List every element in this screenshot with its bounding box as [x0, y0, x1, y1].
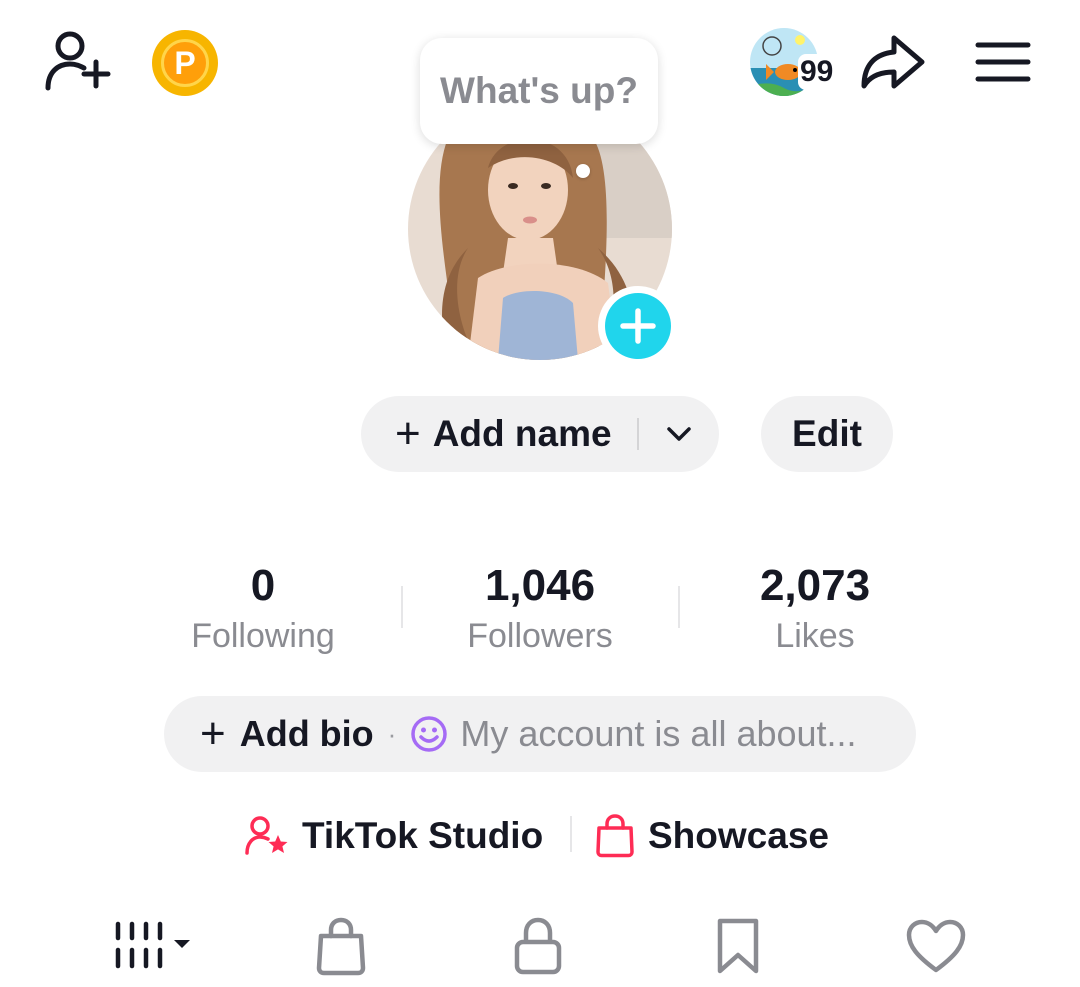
- stat-following[interactable]: 0 Following: [143, 560, 383, 658]
- stat-followers[interactable]: 1,046 Followers: [420, 560, 660, 658]
- coin-icon[interactable]: P: [152, 30, 218, 96]
- likes-count: 2,073: [759, 561, 871, 610]
- bookmark-icon: [717, 918, 759, 974]
- add-name-label: Add name: [432, 413, 612, 454]
- followers-count: 1,046: [484, 561, 596, 610]
- smiley-icon: [411, 716, 448, 752]
- chevron-down-icon: [667, 427, 691, 441]
- add-story-button[interactable]: [598, 286, 678, 366]
- add-name-button[interactable]: + Add name: [361, 396, 635, 472]
- shopping-bag-icon: [596, 814, 634, 858]
- stat-likes[interactable]: 2,073 Likes: [695, 560, 935, 658]
- stat-divider: [678, 586, 680, 628]
- plus-icon: +: [200, 709, 226, 758]
- tab-videos[interactable]: [106, 912, 196, 980]
- heart-icon: [906, 919, 966, 973]
- grid-icon: [115, 921, 190, 969]
- plus-icon: +: [395, 409, 421, 458]
- share-icon[interactable]: [858, 32, 928, 92]
- add-friend-icon[interactable]: [40, 28, 112, 94]
- shopping-bag-icon: [316, 917, 366, 976]
- coin-letter: P: [161, 39, 209, 87]
- plus-icon: [620, 308, 656, 344]
- following-label: Following: [191, 617, 335, 655]
- followers-label: Followers: [467, 617, 613, 655]
- bio-placeholder: My account is all about...: [460, 713, 857, 754]
- tiktok-studio-label: TikTok Studio: [302, 815, 544, 856]
- add-bio-button[interactable]: + Add bio · My account is all about...: [164, 696, 916, 772]
- lock-icon: [514, 917, 562, 975]
- menu-icon[interactable]: [975, 40, 1031, 84]
- stat-divider: [401, 586, 403, 628]
- status-bubble[interactable]: What's up?: [420, 38, 658, 144]
- tab-shop[interactable]: [306, 912, 376, 980]
- likes-label: Likes: [775, 617, 855, 655]
- bubble-tail-dot: [576, 164, 590, 178]
- account-switch-dropdown[interactable]: [639, 396, 719, 472]
- creator-star-icon: [245, 816, 288, 855]
- tab-saved[interactable]: [703, 912, 773, 980]
- tiktok-studio-link[interactable]: TikTok Studio: [244, 806, 543, 866]
- showcase-link[interactable]: Showcase: [594, 806, 829, 866]
- notification-count-badge: 99: [798, 54, 836, 90]
- add-bio-label: Add bio: [239, 713, 374, 754]
- bio-separator: ·: [387, 718, 397, 749]
- link-divider: [570, 816, 572, 852]
- showcase-label: Showcase: [648, 815, 829, 856]
- tab-private[interactable]: [503, 912, 573, 980]
- tab-liked[interactable]: [900, 912, 972, 980]
- edit-profile-button[interactable]: Edit: [761, 396, 893, 472]
- following-count: 0: [250, 561, 276, 610]
- dropdown-caret: [174, 940, 190, 948]
- add-name-group: + Add name: [361, 396, 719, 472]
